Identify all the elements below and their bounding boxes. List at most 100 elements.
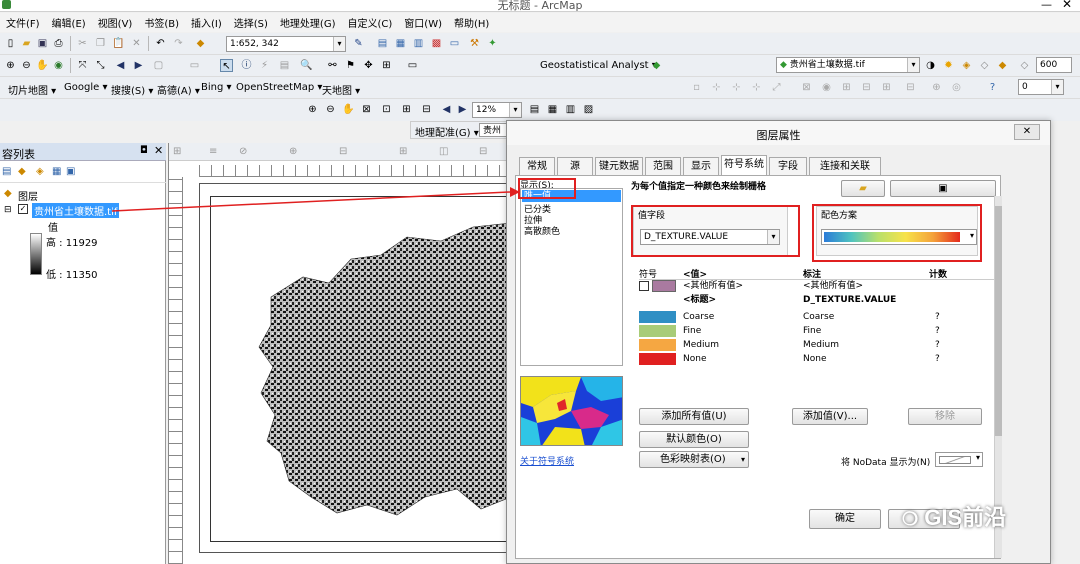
tab-1[interactable]: 源 (557, 157, 593, 175)
fixed-zoom-page-icon[interactable]: ⊡ (380, 103, 393, 116)
zoom-out-icon[interactable]: ⊖ (20, 59, 33, 72)
new-document-icon[interactable]: ▯ (4, 37, 17, 50)
table-row[interactable]: None None? (639, 353, 994, 366)
editor-icon[interactable]: ✎ (352, 37, 365, 50)
flicker-icon[interactable]: ◆ (996, 59, 1009, 72)
fixed-zoom-in-icon[interactable]: ⤧ (76, 59, 89, 72)
georef-tool-2-icon[interactable]: ⊹ (710, 81, 723, 94)
select-features-icon[interactable]: ▢ (152, 59, 165, 72)
draw-tool-8-icon[interactable]: ⊟ (479, 146, 487, 157)
tab-7[interactable]: 连接和关联 (809, 157, 881, 175)
identify-icon[interactable]: ⓘ (240, 59, 253, 72)
symbol-swatch[interactable] (639, 311, 676, 323)
panel-scrollbar-thumb[interactable] (995, 206, 1002, 436)
pan-icon[interactable]: ✋ (36, 59, 49, 72)
tab-2[interactable]: 键元数据 (595, 157, 643, 175)
back-extent-icon[interactable]: ◀ (114, 59, 127, 72)
symbol-swatch[interactable] (639, 353, 676, 365)
cut-icon[interactable]: ✂ (76, 37, 89, 50)
menu-item-0[interactable]: 文件(F) (6, 15, 40, 30)
georef-tool-12-icon[interactable]: ⊕ (930, 81, 943, 94)
list-by-visibility-icon[interactable]: ◈ (36, 166, 44, 177)
draw-tool-3-icon[interactable]: ⊘ (239, 146, 247, 157)
clear-selection-icon[interactable]: ▭ (188, 59, 201, 72)
default-colors-button[interactable]: 默认颜色(O) (639, 431, 749, 448)
nodata-color-select[interactable]: ▾ (935, 452, 983, 467)
search-menu[interactable]: 搜搜(S) ▾ (111, 82, 153, 97)
list-by-source-icon[interactable]: ◆ (18, 166, 26, 177)
symbol-swatch[interactable] (639, 339, 676, 351)
menu-item-3[interactable]: 书签(B) (144, 15, 179, 30)
find-icon[interactable]: 🔍 (300, 59, 313, 72)
table-row[interactable]: Fine Fine? (639, 325, 994, 338)
menu-item-8[interactable]: 窗口(W) (404, 15, 442, 30)
image-analysis-layer-combo[interactable]: ◆ 贵州省土壤数据.tif ▾ (776, 57, 920, 73)
georef-tool-7-icon[interactable]: ◉ (820, 81, 833, 94)
help-pointer-icon[interactable]: ✦ (486, 37, 499, 50)
binoculars-icon[interactable]: ⚯ (326, 59, 339, 72)
geostat-wizard-icon[interactable]: ◆ (650, 59, 663, 72)
menu-item-9[interactable]: 帮助(H) (454, 15, 489, 30)
draw-tool-1-icon[interactable]: ⊞ (173, 146, 181, 157)
map-layout-view[interactable]: ⊞ ≡ ⊘ ⊕ ⊟ ⊞ ◫ ⊟ (168, 143, 520, 564)
tab-6[interactable]: 字段 (769, 157, 807, 175)
tab-3[interactable]: 范围 (645, 157, 681, 175)
georef-menu[interactable]: 地理配准(G) ▾ (415, 124, 479, 139)
focus-data-frame-icon[interactable]: ▦ (546, 103, 559, 116)
table-row[interactable]: Coarse Coarse? (639, 311, 994, 324)
zoom-out-page-icon[interactable]: ⊖ (324, 103, 337, 116)
toggle-draft-icon[interactable]: ▤ (528, 103, 541, 116)
toc-options-icon[interactable]: ▣ (66, 166, 75, 177)
add-data-icon[interactable]: ◆ (194, 37, 207, 50)
zoom-100-icon[interactable]: ⊠ (360, 103, 373, 116)
find-route-icon[interactable]: ⚑ (344, 59, 357, 72)
time-slider-icon[interactable]: ▭ (406, 59, 419, 72)
list-by-selection-icon[interactable]: ▦ (52, 166, 61, 177)
georef-tool-9-icon[interactable]: ⊟ (860, 81, 873, 94)
select-elements-icon[interactable]: ↖ (220, 59, 233, 72)
xy-goto-icon[interactable]: ✥ (362, 59, 375, 72)
zoom-whole-page-icon[interactable]: ⊕ (306, 103, 319, 116)
georef-tool-1-icon[interactable]: ▫ (690, 81, 703, 94)
renderer-item-discrete-color[interactable]: 高散颜色 (524, 224, 560, 237)
fixed-zoom-out-icon[interactable]: ⤡ (94, 59, 107, 72)
table-row[interactable]: Medium Medium? (639, 339, 994, 352)
collapse-layer-icon[interactable]: ⊟ (4, 205, 12, 215)
brightness-icon[interactable]: ✹ (942, 59, 955, 72)
swipe-icon[interactable]: ◇ (978, 59, 991, 72)
zoom-in-icon[interactable]: ⊕ (4, 59, 17, 72)
tab-0[interactable]: 常规 (519, 157, 555, 175)
menu-item-4[interactable]: 插入(I) (191, 15, 222, 30)
georef-tool-4-icon[interactable]: ⊹ (750, 81, 763, 94)
help-icon[interactable]: ? (986, 81, 999, 94)
undo-icon[interactable]: ↶ (154, 37, 167, 50)
back-page-icon[interactable]: ◀ (440, 103, 453, 116)
catalog-window-icon[interactable]: ▦ (394, 37, 407, 50)
open-symbology-button[interactable]: ▰ (841, 180, 885, 197)
zoom-page-out-icon[interactable]: ⊟ (420, 103, 433, 116)
menu-item-5[interactable]: 选择(S) (234, 15, 268, 30)
copy-icon[interactable]: ❐ (94, 37, 107, 50)
menu-item-1[interactable]: 编辑(E) (52, 15, 86, 30)
save-symbology-button[interactable]: ▣ (890, 180, 996, 197)
table-row[interactable]: <标题> D_TEXTURE.VALUE (639, 294, 994, 307)
list-by-drawing-order-icon[interactable]: ▤ (2, 166, 11, 177)
arctoolbox-icon[interactable]: ▩ (430, 37, 443, 50)
html-popup-icon[interactable]: ▤ (278, 59, 291, 72)
transparency-icon[interactable]: ◈ (960, 59, 973, 72)
symbol-swatch[interactable] (639, 325, 676, 337)
measure-icon[interactable]: ⊞ (380, 59, 393, 72)
add-values-button[interactable]: 添加值(V)... (792, 408, 868, 425)
python-window-icon[interactable]: ▭ (448, 37, 461, 50)
change-layout-icon[interactable]: ▥ (564, 103, 577, 116)
search-window-icon[interactable]: ▥ (412, 37, 425, 50)
draw-tool-6-icon[interactable]: ⊞ (399, 146, 407, 157)
georef-tool-6-icon[interactable]: ⊠ (800, 81, 813, 94)
toc-pin-icon[interactable]: ◘ (140, 145, 148, 156)
display-setting-icon[interactable]: ◇ (1018, 59, 1031, 72)
ok-button[interactable]: 确定 (809, 509, 881, 529)
slice-map-menu[interactable]: 切片地图 ▾ (8, 82, 56, 97)
draw-tool-5-icon[interactable]: ⊟ (339, 146, 347, 157)
minimize-icon[interactable]: — (1041, 0, 1052, 11)
georef-tool-10-icon[interactable]: ⊞ (880, 81, 893, 94)
